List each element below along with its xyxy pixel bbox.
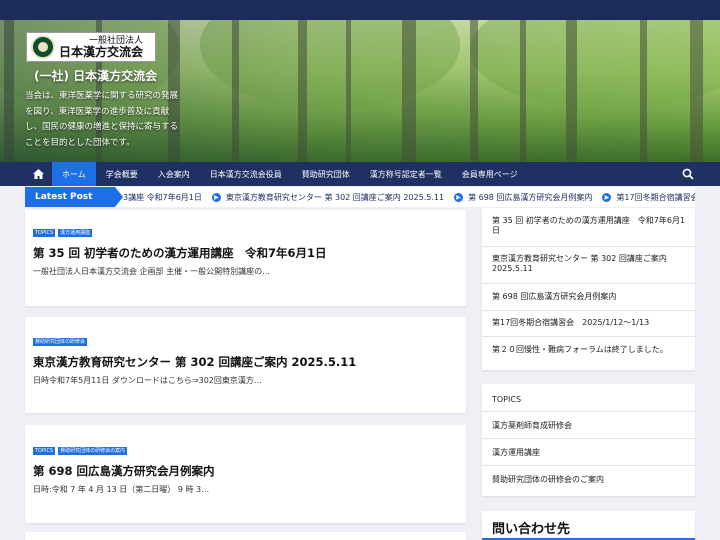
post-card: TOPICS 賛助研究団体の研修会の案内 第 698 回広島漢方研究会月例案内 … <box>25 425 466 523</box>
recent-post-link[interactable]: 第 35 回 初学者のための漢方運用講座 令和7年6月1日 <box>492 216 687 236</box>
divider <box>482 246 695 247</box>
site-logo[interactable]: 一般社団法人 日本漢方交流会 <box>26 32 156 62</box>
post-excerpt: 日時:令和 7 年 4 月 13 日（第二日曜） 9 時 3… <box>33 485 210 494</box>
recent-post-link[interactable]: 東京漢方教育研究センター 第 302 回講座ご案内 2025.5.11 <box>492 254 687 274</box>
home-icon <box>33 169 44 179</box>
post-card <box>25 532 466 540</box>
ticker-item[interactable]: ▶ 第 698 回広島漢方研究会月例案内 <box>454 192 592 203</box>
arrow-right-icon: ▶ <box>211 192 221 202</box>
nav-item-members[interactable]: 会員専用ページ <box>452 162 528 186</box>
category-tag[interactable]: TOPICS <box>33 447 56 455</box>
site-description: 当会は、東洋医薬学に関する研究の発展を図り、東洋医薬学の進歩普及に貢献し、国民の… <box>25 91 179 148</box>
post-excerpt: 日時令和7年5月11日 ダウンロードはこちら⇒302回東京漢方… <box>33 376 262 385</box>
ticker-item[interactable]: 3講座 令和7年6月1日 <box>123 192 202 203</box>
nav-home-icon-button[interactable] <box>25 162 52 186</box>
site-header: 一般社団法人 日本漢方交流会 (一社) 日本漢方交流会 当会は、東洋医薬学に関す… <box>0 20 720 162</box>
category-link[interactable]: 漢方運用講座 <box>492 448 687 458</box>
divider <box>482 465 695 466</box>
recent-post-link[interactable]: 第 698 回広島漢方研究会月例案内 <box>492 292 687 302</box>
search-icon[interactable] <box>682 168 694 180</box>
nav-item-about[interactable]: 学会概要 <box>96 162 148 186</box>
latest-post-ticker: Latest Post 3講座 令和7年6月1日 ▶ 東京漢方教育研究センター 第… <box>25 187 695 207</box>
nav-item-certified[interactable]: 漢方称号認定者一覧 <box>360 162 452 186</box>
arrow-right-icon: ▶ <box>454 192 464 202</box>
category-link[interactable]: 賛助研究団体の研修会のご案内 <box>492 475 687 485</box>
logo-line2: 日本漢方交流会 <box>59 44 144 59</box>
ticker-label: Latest Post <box>25 187 123 207</box>
category-tag[interactable]: 賛助研究団体の研修会の案内 <box>58 447 128 455</box>
divider <box>482 283 695 284</box>
divider <box>482 411 695 412</box>
recent-post-link[interactable]: 第17回冬期合宿講習会 2025/1/12〜1/13 <box>492 318 687 328</box>
nav-item-membership[interactable]: 入会案内 <box>148 162 200 186</box>
category-link[interactable]: 漢方薬剤師育成研修会 <box>492 421 687 431</box>
category-tag[interactable]: 漢方運用講座 <box>58 229 93 237</box>
categories-widget: TOPICS 漢方薬剤師育成研修会 漢方運用講座 賛助研究団体の研修会のご案内 <box>482 384 695 496</box>
recent-posts-widget: 第 35 回 初学者のための漢方運用講座 令和7年6月1日 東京漢方教育研究セン… <box>482 208 695 370</box>
post-card: 賛助研究団体の研修会 東京漢方教育研究センター 第 302 回講座ご案内 202… <box>25 317 466 413</box>
category-tag[interactable]: 賛助研究団体の研修会 <box>33 338 88 346</box>
ticker-item[interactable]: ▶ 東京漢方教育研究センター 第 302 回講座ご案内 2025.5.11 <box>211 192 444 203</box>
post-title[interactable]: 第 698 回広島漢方研究会月例案内 <box>33 463 215 479</box>
post-excerpt: 一般社団法人日本漢方交流会 企画部 主催・一般公開特別講座の… <box>33 267 271 276</box>
nav-item-home[interactable]: ホーム <box>52 162 96 186</box>
arrow-right-icon: ▶ <box>602 192 612 202</box>
emblem-icon <box>31 35 55 59</box>
category-link[interactable]: TOPICS <box>492 395 521 404</box>
recent-post-link[interactable]: 第２０回慢性・難病フォーラムは終了しました。 <box>492 345 687 355</box>
contact-widget: 問い合わせ先 <box>482 511 695 540</box>
main-nav: ホーム 学会概要 入会案内 日本漢方交流会役員 賛助研究団体 漢方称号認定者一覧… <box>0 162 720 186</box>
top-strip <box>0 0 720 20</box>
contact-title: 問い合わせ先 <box>492 522 571 537</box>
category-tag[interactable]: TOPICS <box>33 229 56 237</box>
divider <box>482 336 695 337</box>
post-title[interactable]: 東京漢方教育研究センター 第 302 回講座ご案内 2025.5.11 <box>33 354 356 370</box>
post-title[interactable]: 第 35 回 初学者のための漢方運用講座 令和7年6月1日 <box>33 245 327 261</box>
divider <box>482 438 695 439</box>
site-title[interactable]: (一社) 日本漢方交流会 <box>34 67 157 84</box>
divider <box>482 310 695 311</box>
ticker-item[interactable]: ▶ 第17回冬期合宿講習会 <box>602 192 695 203</box>
post-card: TOPICS 漢方運用講座 第 35 回 初学者のための漢方運用講座 令和7年6… <box>25 210 466 306</box>
nav-item-officers[interactable]: 日本漢方交流会役員 <box>200 162 292 186</box>
nav-item-sponsors[interactable]: 賛助研究団体 <box>292 162 360 186</box>
